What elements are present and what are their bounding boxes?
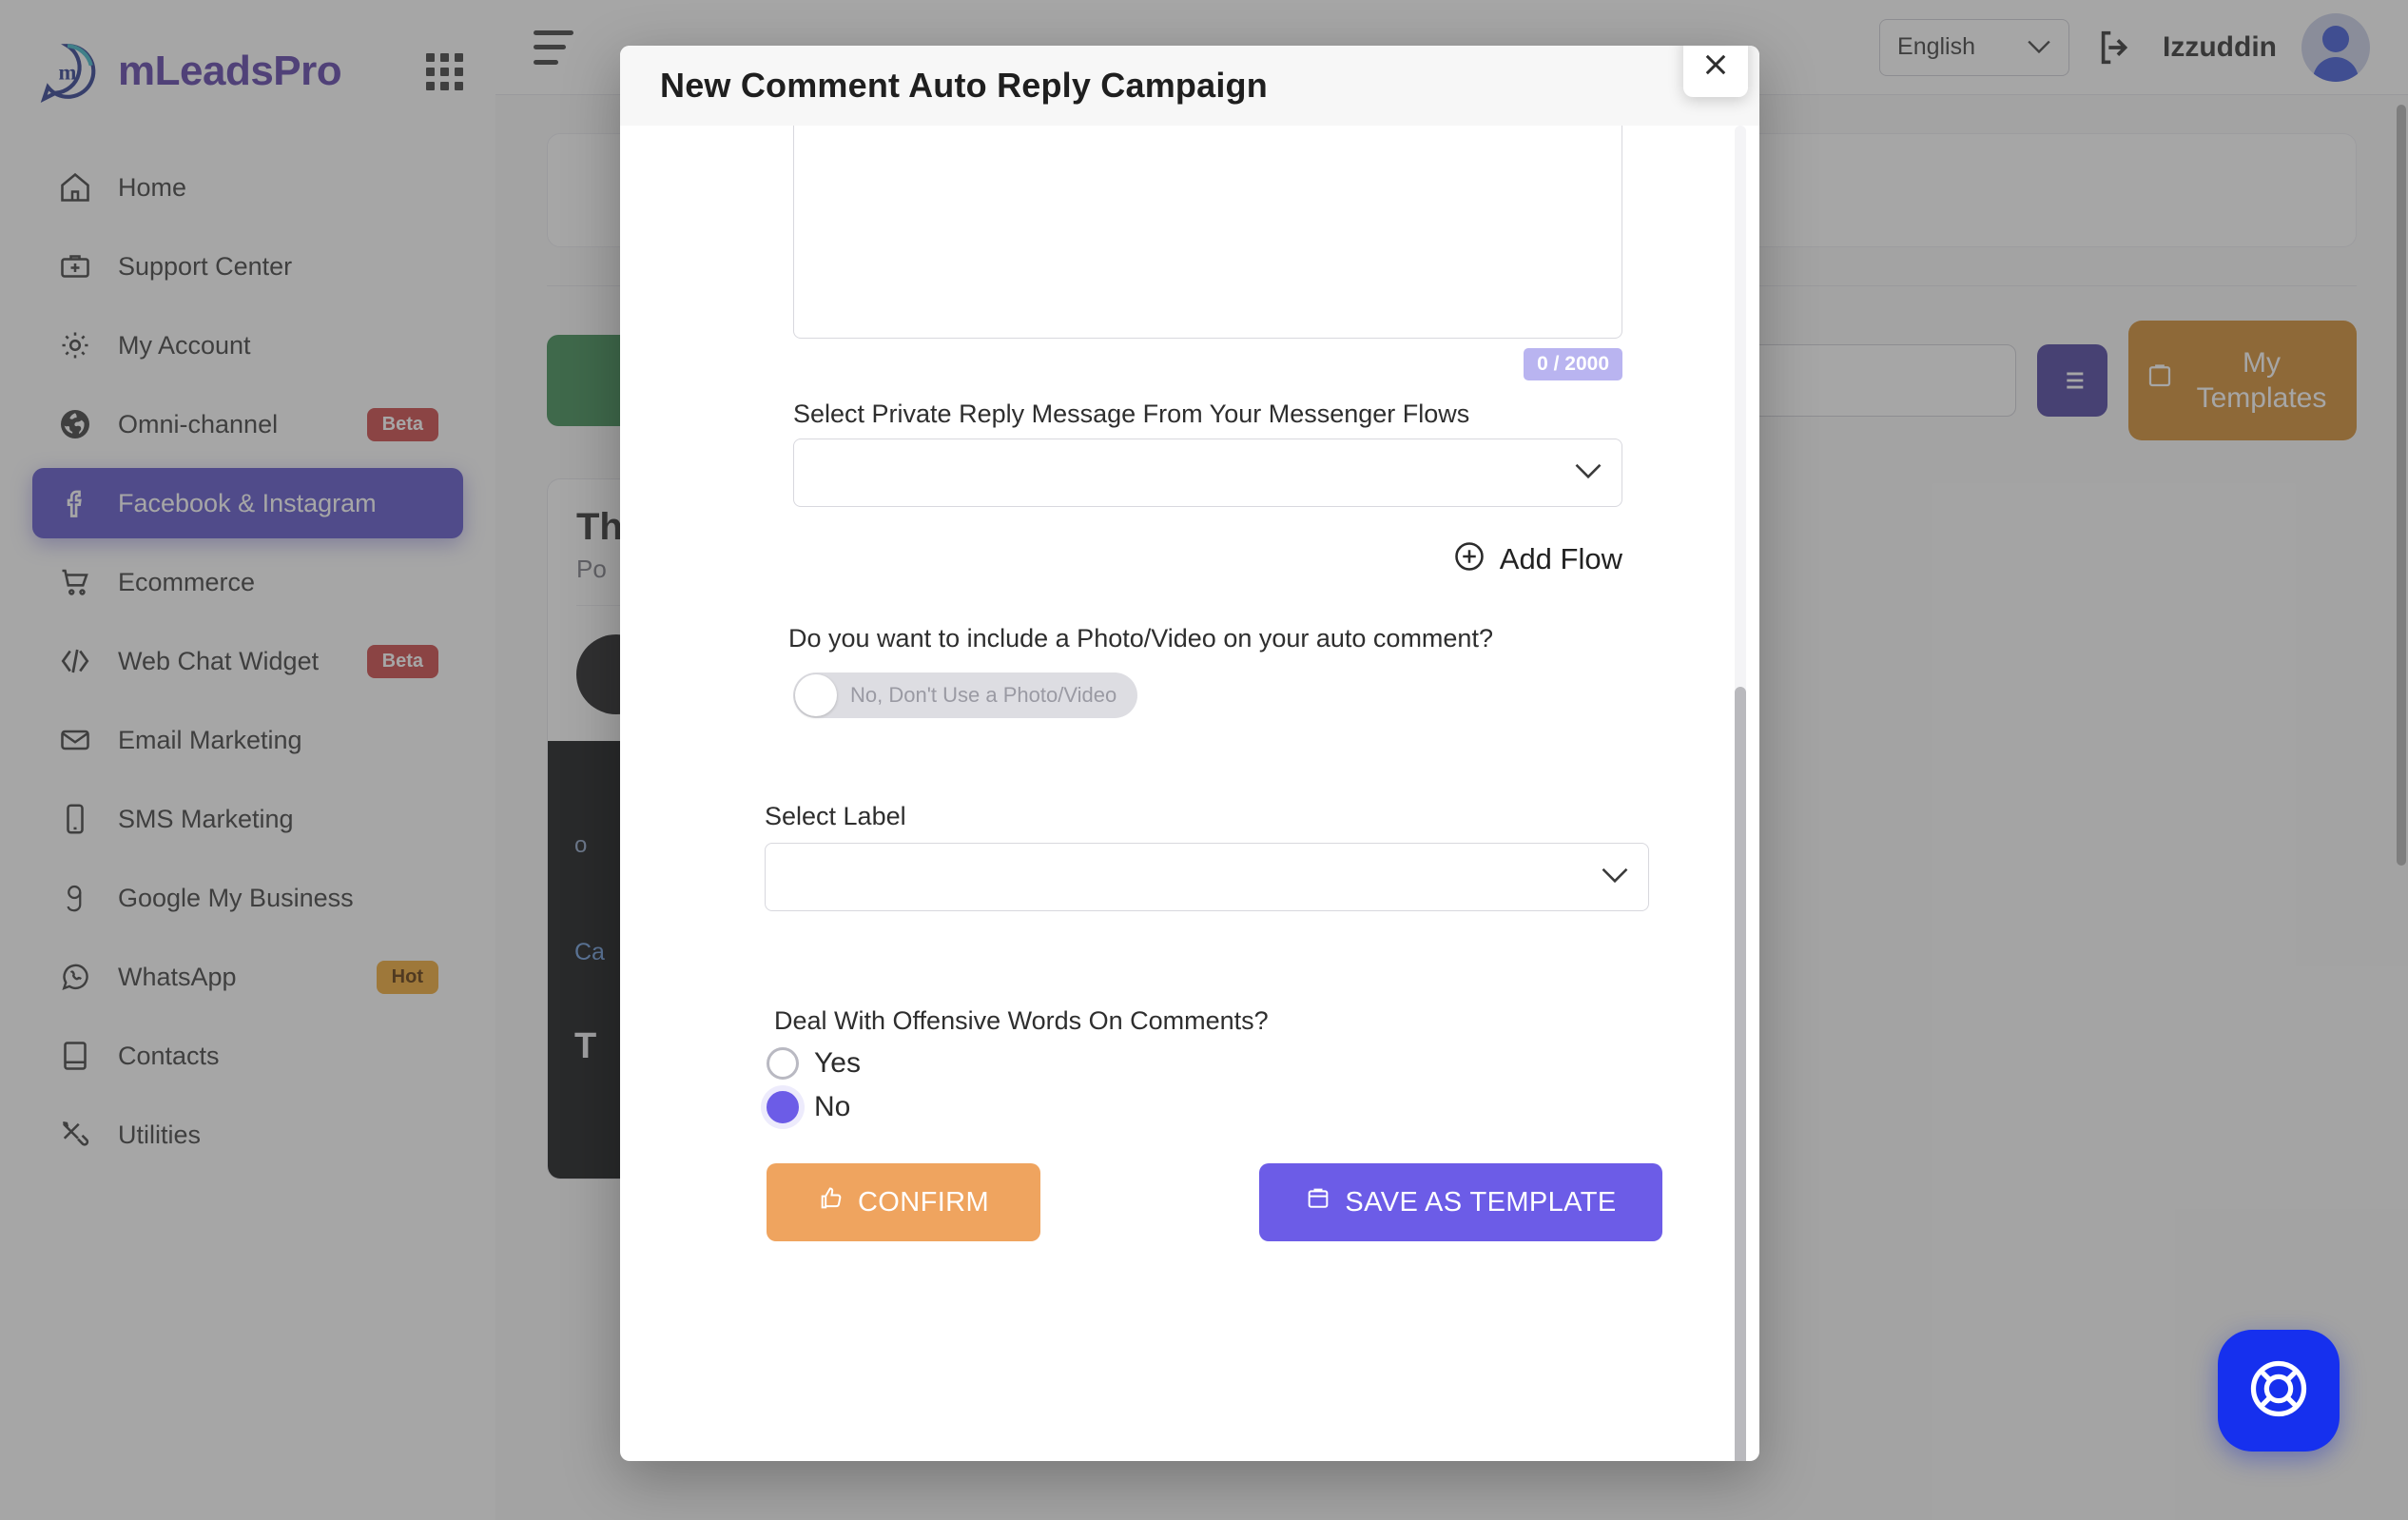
save-as-template-label: SAVE AS TEMPLATE	[1345, 1186, 1617, 1218]
modal-actions: CONFIRM SAVE AS TEMPLATE	[767, 1163, 1719, 1241]
auto-comment-message-textarea[interactable]	[793, 126, 1622, 339]
toggle-knob	[795, 674, 837, 716]
chevron-down-icon	[1601, 867, 1629, 888]
select-label-title: Select Label	[765, 802, 906, 830]
modal-body: 0 / 2000 Select Private Reply Message Fr…	[620, 126, 1759, 1461]
photo-video-question: Do you want to include a Photo/Video on …	[788, 624, 1493, 653]
support-button[interactable]	[2218, 1330, 2340, 1452]
radio-button[interactable]	[767, 1091, 799, 1123]
confirm-label: CONFIRM	[857, 1186, 990, 1218]
modal-title: New Comment Auto Reply Campaign	[660, 66, 1268, 105]
radio-button[interactable]	[767, 1047, 799, 1080]
modal-scrollbar[interactable]	[1735, 126, 1746, 1461]
flow-select[interactable]	[793, 438, 1622, 507]
offensive-option-label: No	[814, 1091, 851, 1122]
modal-header: New Comment Auto Reply Campaign	[620, 46, 1759, 126]
add-flow-row[interactable]: Add Flow	[793, 539, 1622, 578]
photo-video-toggle-label: No, Don't Use a Photo/Video	[850, 683, 1117, 707]
save-as-template-button[interactable]: SAVE AS TEMPLATE	[1259, 1163, 1662, 1241]
offensive-option-label: Yes	[814, 1047, 861, 1079]
label-select[interactable]	[765, 843, 1649, 911]
character-counter: 0 / 2000	[1524, 348, 1622, 380]
offensive-option-yes[interactable]: Yes	[767, 1047, 1719, 1080]
photo-video-toggle[interactable]: No, Don't Use a Photo/Video	[793, 672, 1138, 718]
add-flow-label: Add Flow	[1499, 541, 1622, 575]
new-campaign-modal: New Comment Auto Reply Campaign 0 / 2000…	[620, 46, 1759, 1461]
flow-select-label: Select Private Reply Message From Your M…	[793, 399, 1470, 428]
close-x-icon[interactable]	[1683, 46, 1748, 97]
offensive-option-no[interactable]: No	[767, 1091, 1719, 1123]
plus-circle-icon	[1452, 539, 1486, 578]
thumbs-up-icon	[818, 1185, 845, 1219]
character-counter-row: 0 / 2000	[793, 348, 1622, 380]
scrollbar-thumb[interactable]	[1735, 687, 1746, 1461]
chevron-down-icon	[1574, 462, 1602, 484]
lifebuoy-support-icon	[2243, 1354, 2314, 1429]
app-root: m mLeadsPro Home Support Center My Accou…	[0, 0, 2408, 1520]
clipboard-icon	[1305, 1185, 1331, 1219]
offensive-words-question: Deal With Offensive Words On Comments?	[774, 1006, 1269, 1035]
confirm-button[interactable]: CONFIRM	[767, 1163, 1040, 1241]
